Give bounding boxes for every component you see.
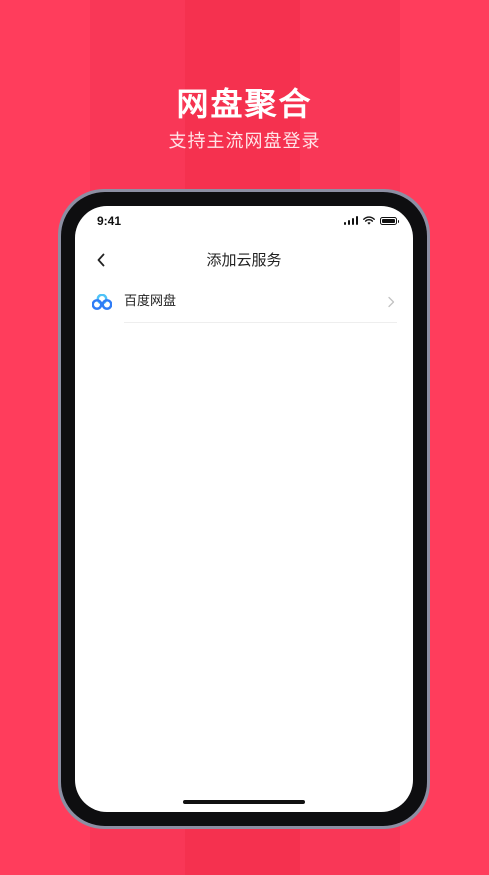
page-title: 添加云服务: [206, 251, 282, 269]
service-item-baidu-netdisk[interactable]: 百度网盘: [75, 286, 413, 322]
phone-frame: 9:41 添加云服务 百度网盘: [58, 189, 430, 829]
baidu-netdisk-icon: [92, 294, 112, 310]
home-indicator[interactable]: [183, 800, 305, 804]
chevron-right-icon: [388, 296, 395, 308]
signal-icon: [343, 216, 358, 225]
status-time: 9:41: [97, 214, 122, 228]
list-divider: [124, 322, 397, 323]
hero-title: 网盘聚合: [176, 85, 313, 123]
status-bar: 9:41: [75, 206, 413, 236]
phone-bezel: 9:41 添加云服务 百度网盘: [61, 192, 427, 826]
phone-screen: 9:41 添加云服务 百度网盘: [75, 206, 413, 812]
nav-bar: 添加云服务: [75, 244, 413, 278]
battery-icon: [380, 217, 399, 225]
service-item-label: 百度网盘: [124, 294, 177, 309]
wifi-icon: [363, 216, 375, 225]
hero-subtitle: 支持主流网盘登录: [168, 131, 321, 152]
status-icons: [343, 216, 399, 225]
